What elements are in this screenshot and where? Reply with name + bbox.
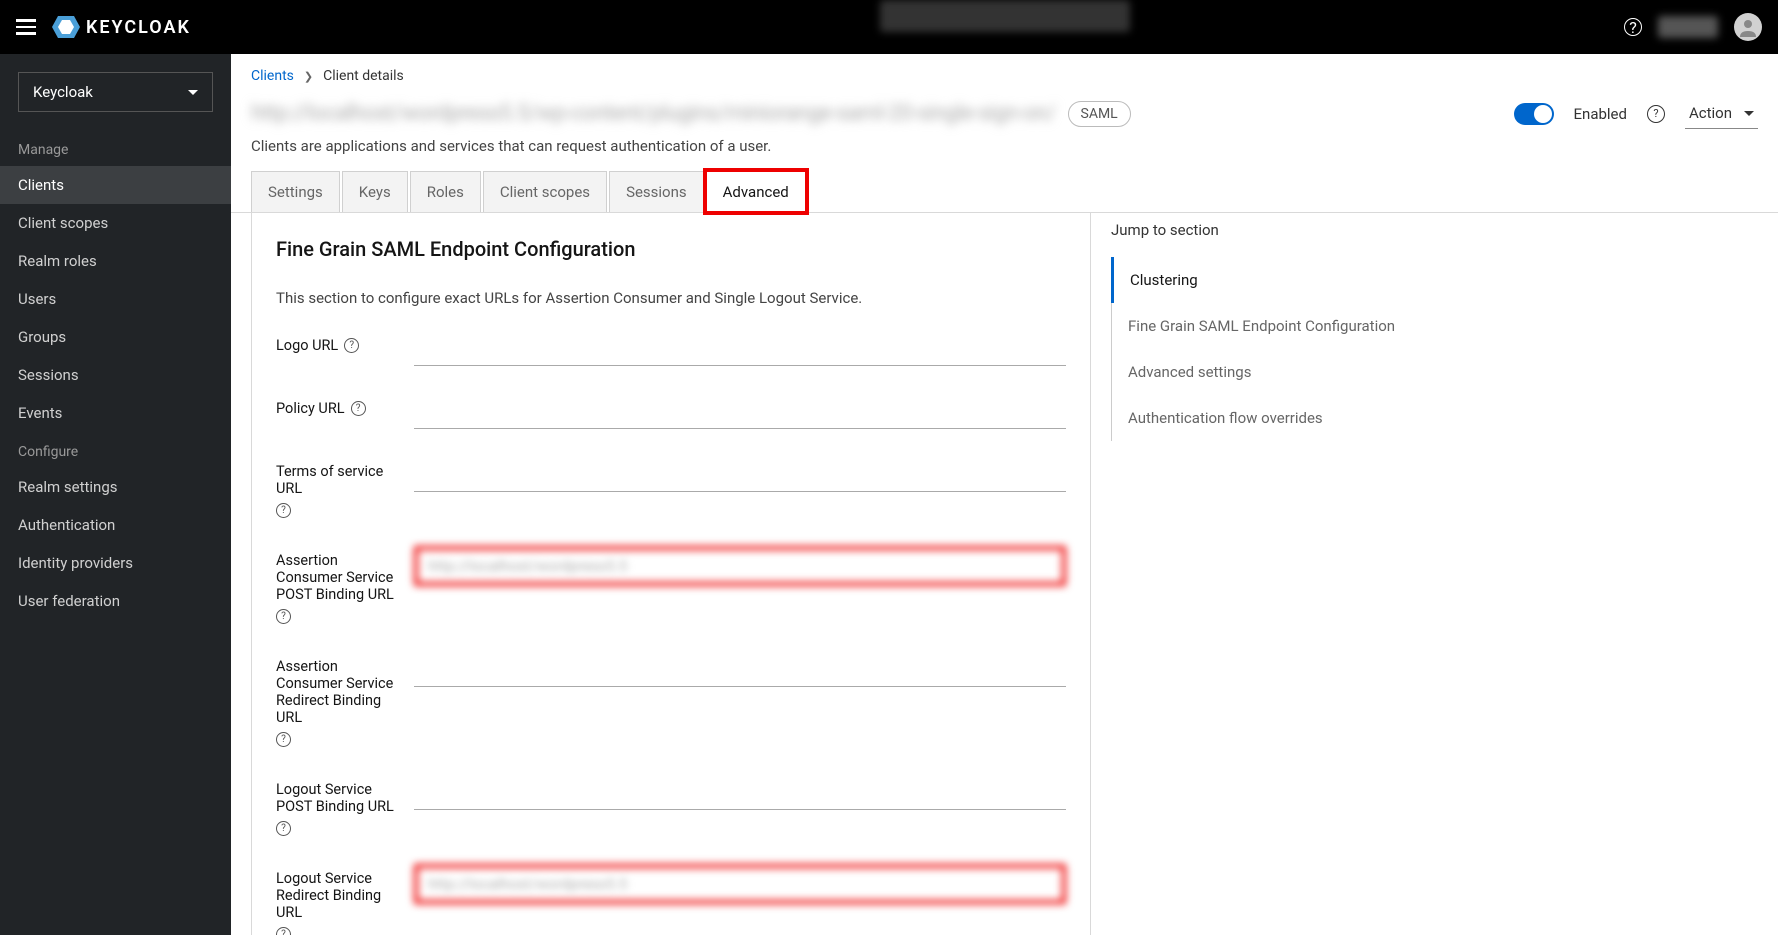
label-logo-url: Logo URL: [276, 337, 338, 354]
jump-item-auth-flow[interactable]: Authentication flow overrides: [1112, 395, 1471, 441]
nav-item-clients[interactable]: Clients: [0, 166, 231, 204]
field-acs-redirect: Assertion Consumer Service Redirect Bind…: [276, 652, 1066, 747]
realm-name: Keycloak: [33, 83, 93, 101]
tab-advanced[interactable]: Advanced: [706, 171, 806, 212]
input-policy-url[interactable]: [414, 394, 1066, 429]
page-title-row: http://localhost/wordpress5.5/wp-content…: [251, 101, 1131, 127]
keycloak-logo-icon: [52, 16, 80, 38]
field-policy-url: Policy URL?: [276, 394, 1066, 429]
top-header: KEYCLOAK ?: [0, 0, 1778, 54]
label-acs-redirect: Assertion Consumer Service Redirect Bind…: [276, 658, 396, 726]
nav-section-manage: Manage: [0, 130, 231, 166]
breadcrumb-sep-icon: ❯: [304, 70, 313, 83]
label-logout-redirect: Logout Service Redirect Binding URL: [276, 870, 396, 921]
section-desc: This section to configure exact URLs for…: [276, 289, 1066, 307]
jump-section: Jump to section Clustering Fine Grain SA…: [1111, 213, 1491, 935]
section-title: Fine Grain SAML Endpoint Configuration: [276, 237, 1066, 261]
input-acs-post[interactable]: [414, 546, 1066, 586]
breadcrumb: Clients ❯ Client details: [231, 54, 1778, 92]
help-icon[interactable]: ?: [351, 401, 366, 416]
tab-client-scopes[interactable]: Client scopes: [483, 171, 607, 212]
page-header-row: http://localhost/wordpress5.5/wp-content…: [231, 92, 1778, 129]
protocol-badge: SAML: [1068, 101, 1131, 127]
field-logout-post: Logout Service POST Binding URL?: [276, 775, 1066, 836]
tab-settings[interactable]: Settings: [251, 171, 340, 212]
label-acs-post: Assertion Consumer Service POST Binding …: [276, 552, 396, 603]
nav-item-authentication[interactable]: Authentication: [0, 506, 231, 544]
enabled-label: Enabled: [1574, 105, 1627, 123]
input-logout-post[interactable]: [414, 775, 1066, 810]
jump-title: Jump to section: [1111, 221, 1471, 239]
brand-logo[interactable]: KEYCLOAK: [52, 16, 191, 38]
sidebar: Keycloak Manage Clients Client scopes Re…: [0, 54, 231, 935]
nav-item-client-scopes[interactable]: Client scopes: [0, 204, 231, 242]
help-icon[interactable]: ?: [276, 927, 291, 935]
jump-item-fine-grain[interactable]: Fine Grain SAML Endpoint Configuration: [1112, 303, 1471, 349]
help-icon[interactable]: ?: [276, 732, 291, 747]
tabs-row: Settings Keys Roles Client scopes Sessio…: [231, 171, 1778, 213]
jump-list: Clustering Fine Grain SAML Endpoint Conf…: [1111, 257, 1471, 441]
brand-text: KEYCLOAK: [86, 17, 191, 38]
avatar-icon[interactable]: [1734, 13, 1762, 41]
enabled-help-icon[interactable]: ?: [1647, 105, 1665, 123]
caret-down-icon: [188, 90, 198, 95]
help-icon[interactable]: ?: [276, 609, 291, 624]
global-help-icon[interactable]: ?: [1624, 18, 1642, 36]
page-actions: Enabled ? Action: [1514, 98, 1758, 129]
field-logo-url: Logo URL?: [276, 331, 1066, 366]
input-acs-redirect[interactable]: [414, 652, 1066, 687]
label-terms-url: Terms of service URL: [276, 463, 396, 497]
client-id-blurred: http://localhost/wordpress5.5/wp-content…: [251, 101, 1056, 126]
page-description: Clients are applications and services th…: [231, 129, 1778, 171]
main-content: Clients ❯ Client details http://localhos…: [231, 54, 1778, 935]
form-panel: Fine Grain SAML Endpoint Configuration T…: [251, 213, 1091, 935]
help-icon[interactable]: ?: [276, 821, 291, 836]
header-left: KEYCLOAK: [16, 16, 191, 38]
hamburger-icon[interactable]: [16, 19, 36, 35]
breadcrumb-current: Client details: [323, 68, 404, 84]
help-icon[interactable]: ?: [276, 503, 291, 518]
label-logout-post: Logout Service POST Binding URL: [276, 781, 396, 815]
caret-down-icon: [1744, 111, 1754, 116]
enabled-toggle[interactable]: [1514, 103, 1554, 125]
content-cols: Fine Grain SAML Endpoint Configuration T…: [231, 213, 1778, 935]
input-terms-url[interactable]: [414, 457, 1066, 492]
header-right: ?: [1624, 13, 1762, 41]
breadcrumb-clients-link[interactable]: Clients: [251, 68, 294, 84]
input-logo-url[interactable]: [414, 331, 1066, 366]
nav-item-sessions[interactable]: Sessions: [0, 356, 231, 394]
header-redacted-box: [880, 0, 1130, 32]
nav-item-groups[interactable]: Groups: [0, 318, 231, 356]
tab-keys[interactable]: Keys: [342, 171, 408, 212]
action-label: Action: [1689, 104, 1732, 122]
action-dropdown[interactable]: Action: [1685, 98, 1758, 129]
field-logout-redirect: Logout Service Redirect Binding URL?: [276, 864, 1066, 935]
jump-item-advanced[interactable]: Advanced settings: [1112, 349, 1471, 395]
jump-item-clustering[interactable]: Clustering: [1111, 257, 1471, 303]
input-logout-redirect[interactable]: [414, 864, 1066, 904]
user-menu-redacted[interactable]: [1658, 16, 1718, 38]
nav-section-configure: Configure: [0, 432, 231, 468]
field-acs-post: Assertion Consumer Service POST Binding …: [276, 546, 1066, 624]
nav-item-user-federation[interactable]: User federation: [0, 582, 231, 620]
nav-item-realm-roles[interactable]: Realm roles: [0, 242, 231, 280]
nav-item-users[interactable]: Users: [0, 280, 231, 318]
help-icon[interactable]: ?: [344, 338, 359, 353]
nav-item-events[interactable]: Events: [0, 394, 231, 432]
tab-roles[interactable]: Roles: [410, 171, 481, 212]
nav-item-realm-settings[interactable]: Realm settings: [0, 468, 231, 506]
nav-item-identity-providers[interactable]: Identity providers: [0, 544, 231, 582]
realm-selector[interactable]: Keycloak: [18, 72, 213, 112]
tab-sessions[interactable]: Sessions: [609, 171, 704, 212]
field-terms-url: Terms of service URL?: [276, 457, 1066, 518]
label-policy-url: Policy URL: [276, 400, 345, 417]
